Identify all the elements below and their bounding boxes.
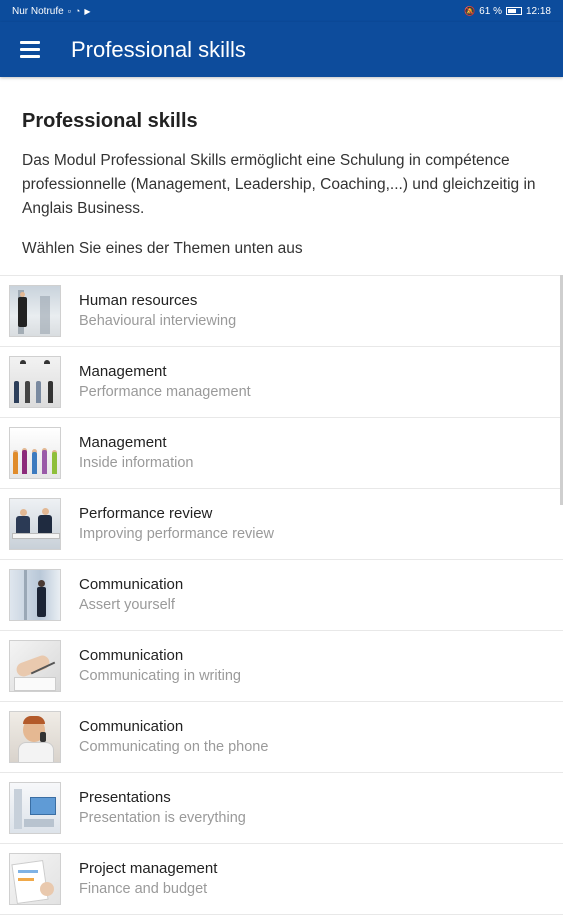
topic-title: Performance review <box>79 505 213 522</box>
presentations-thumbnail <box>9 782 61 834</box>
topic-subtitle: Presentation is everything <box>79 810 246 826</box>
topic-subtitle: Performance management <box>79 384 251 400</box>
main-content: Professional skills Das Modul Profession… <box>0 78 563 915</box>
topic-item-communication-writing[interactable]: Communication Communicating in writing <box>0 631 563 702</box>
topic-title: Human resources <box>79 292 198 309</box>
page-heading: Professional skills <box>22 110 198 132</box>
topic-list: Human resources Behavioural interviewing… <box>0 275 563 915</box>
topic-subtitle: Finance and budget <box>79 881 208 897</box>
project-management-thumbnail <box>9 853 61 905</box>
topic-subtitle: Communicating on the phone <box>79 739 269 755</box>
topic-subtitle: Assert yourself <box>79 597 175 613</box>
topic-item-communication-phone[interactable]: Communication Communicating on the phone <box>0 702 563 773</box>
topic-title: Communication <box>79 647 184 664</box>
app-title: Professional skills <box>71 36 246 62</box>
topic-item-project-management[interactable]: Project management Finance and budget <box>0 844 563 915</box>
topic-item-management-performance[interactable]: Management Performance management <box>0 347 563 418</box>
status-bar: Nur Notrufe ▫ ◔ ▶ 🔕 61 % 12:18 <box>0 0 563 22</box>
topic-item-communication-assert[interactable]: Communication Assert yourself <box>0 560 563 631</box>
battery-label: 61 % <box>479 5 502 17</box>
topic-item-human-resources[interactable]: Human resources Behavioural interviewing <box>0 276 563 347</box>
intro-text: Das Modul Professional Skills ermöglicht… <box>22 152 536 217</box>
play-icon: ▶ <box>84 6 91 16</box>
battery-icon <box>505 7 522 15</box>
performance-review-thumbnail <box>9 498 61 550</box>
app-bar: Professional skills <box>0 22 563 77</box>
topic-title: Communication <box>79 576 184 593</box>
topic-title: Communication <box>79 718 184 735</box>
hamburger-menu-icon[interactable] <box>20 38 44 62</box>
topic-item-performance-review[interactable]: Performance review Improving performance… <box>0 489 563 560</box>
topic-title: Presentations <box>79 789 171 806</box>
topic-item-management-inside[interactable]: Management Inside information <box>0 418 563 489</box>
topic-title: Management <box>79 434 167 451</box>
communication-writing-thumbnail <box>9 640 61 692</box>
topic-item-presentations[interactable]: Presentations Presentation is everything <box>0 773 563 844</box>
mute-icon: 🔕 <box>463 5 476 16</box>
topic-subtitle: Improving performance review <box>79 526 275 542</box>
management-inside-thumbnail <box>9 427 61 479</box>
carrier-label: Nur Notrufe <box>12 5 64 17</box>
sim-icon: ▫ <box>67 6 71 16</box>
wifi-icon: ◔ <box>74 6 81 16</box>
management-performance-thumbnail <box>9 356 61 408</box>
topic-prompt: Wählen Sie eines der Themen unten aus <box>22 240 303 257</box>
topic-subtitle: Inside information <box>79 455 194 471</box>
topic-title: Project management <box>79 860 218 877</box>
human-resources-thumbnail <box>9 285 61 337</box>
topic-subtitle: Behavioural interviewing <box>79 313 237 329</box>
communication-assert-thumbnail <box>9 569 61 621</box>
topic-subtitle: Communicating in writing <box>79 668 241 684</box>
topic-title: Management <box>79 363 167 380</box>
communication-phone-thumbnail <box>9 711 61 763</box>
clock-label: 12:18 <box>525 5 551 17</box>
